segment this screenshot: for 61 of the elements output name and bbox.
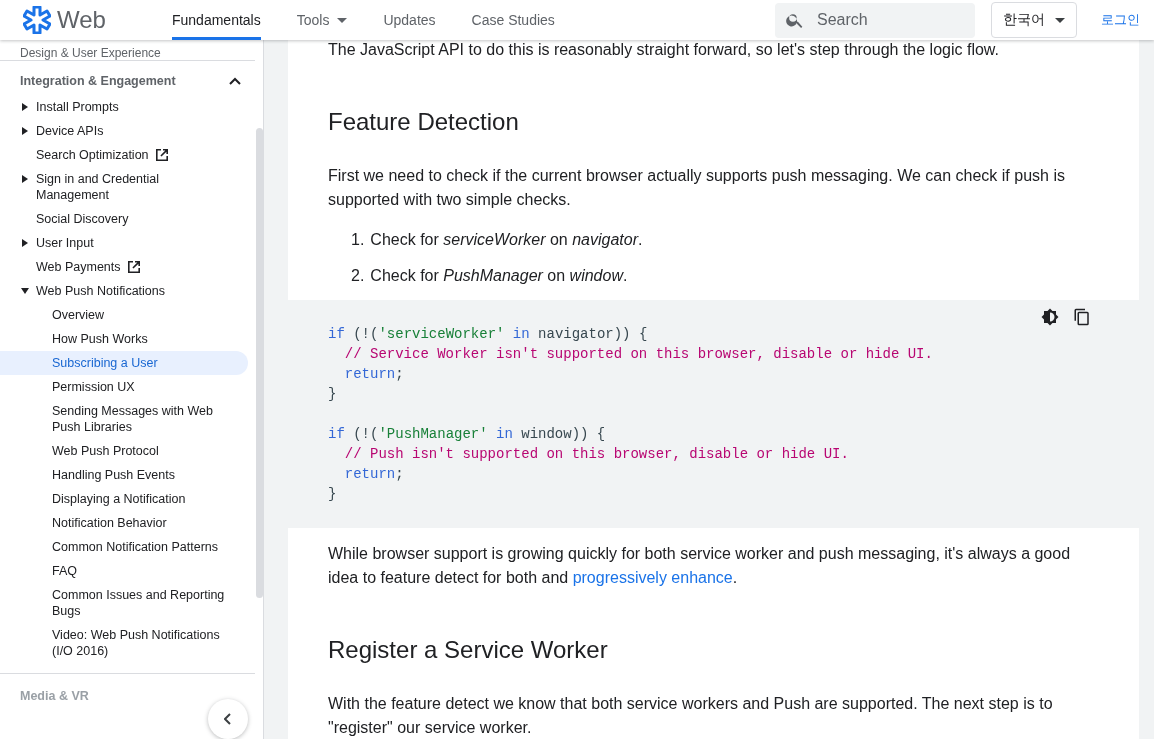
sidebar-item[interactable]: Social Discovery xyxy=(36,211,129,227)
sidebar-item[interactable]: Permission UX xyxy=(0,375,248,399)
code-line: if (!('serviceWorker' in navigator)) { xyxy=(328,326,648,342)
paragraph: The JavaScript API to do this is reasonably straight forward, so let's step through the logic flow. xyxy=(327,40,1000,60)
sidebar-item[interactable]: User Input xyxy=(36,235,94,251)
sidebar-item[interactable]: Subscribing a User xyxy=(0,351,248,375)
caret-icon xyxy=(1055,17,1065,23)
nav-tab[interactable]: Case Studies xyxy=(471,0,573,40)
triangle-icon[interactable] xyxy=(22,239,28,247)
section-heading: Register a Service Worker xyxy=(327,635,609,665)
code-line: } xyxy=(328,486,337,502)
sidebar-item[interactable]: Common Notification Patterns xyxy=(0,535,248,559)
code-line: return; xyxy=(344,466,404,482)
paragraph: While browser support is growing quickly for both service worker and push messaging, it's always a good idea to feature detect for both and progressively enhance. xyxy=(327,544,1072,588)
code-line: } xyxy=(328,386,337,402)
sidebar-item[interactable]: Web Push Notifications xyxy=(36,283,165,299)
sidebar-item[interactable]: Video: Web Push Notifications (I/O 2016) xyxy=(0,623,248,663)
sidebar-item[interactable]: Overview xyxy=(0,303,248,327)
search-field[interactable]: Search xyxy=(775,2,975,38)
triangle-icon[interactable] xyxy=(22,103,28,111)
sidebar-item[interactable]: Sending Messages with Web Push Libraries xyxy=(0,399,248,439)
sidebar-item[interactable]: Notification Behavior xyxy=(0,511,248,535)
code-line: // Push isn't supported on this browser, disable or hide UI. xyxy=(344,446,849,462)
chevron-icon[interactable] xyxy=(229,77,241,85)
chevron-left-icon xyxy=(224,713,232,725)
sidebar-item[interactable]: Install Prompts xyxy=(36,99,119,115)
inline-link[interactable]: progressively enhance xyxy=(572,569,733,586)
triangle-icon[interactable] xyxy=(22,175,28,183)
list-item: Check for serviceWorker on navigator. xyxy=(370,230,643,250)
sidebar-section-title: Integration & Engagement xyxy=(20,74,176,88)
nav-tab[interactable]: Tools xyxy=(296,0,366,40)
sidebar-section-title[interactable]: Design & User Experience xyxy=(0,40,255,61)
site-title: Web xyxy=(57,6,106,34)
sidebar-item[interactable]: Sign in and Credential Management xyxy=(36,171,196,203)
section-heading: Feature Detection xyxy=(327,107,520,137)
paragraph: With the feature detect we know that both service workers and Push are supported. The next step is to "register" our service worker. xyxy=(327,694,1054,738)
paragraph: First we need to check if the current browser actually supports push messaging. We can check if push is supported with two simple checks. xyxy=(327,166,1066,210)
code-line: if (!('PushManager' in window)) { xyxy=(328,426,606,442)
list-number: 2. xyxy=(351,266,365,286)
copy-icon[interactable] xyxy=(1073,308,1091,326)
sidebar-item[interactable]: Handling Push Events xyxy=(0,463,248,487)
sidebar-item[interactable]: Search Optimization xyxy=(36,147,149,163)
login-link[interactable]: 로그인 xyxy=(1101,11,1140,29)
language-button[interactable]: 한국어 xyxy=(991,2,1077,38)
sidebar-item[interactable]: Displaying a Notification xyxy=(0,487,248,511)
sidebar-item[interactable]: Device APIs xyxy=(36,123,104,139)
code-line: return; xyxy=(344,366,404,382)
list-item: Check for PushManager on window. xyxy=(370,266,628,286)
sidebar-item[interactable]: FAQ xyxy=(0,559,248,583)
sidebar-item[interactable]: Web Payments xyxy=(36,259,121,275)
logo-icon xyxy=(23,6,51,34)
sidebar-item[interactable]: How Push Works xyxy=(0,327,248,351)
list-number: 1. xyxy=(351,230,365,250)
theme-toggle-icon[interactable] xyxy=(1041,308,1059,326)
sidebar-item[interactable]: Web Push Protocol xyxy=(0,439,248,463)
code-line: // Service Worker isn't supported on this browser, disable or hide UI. xyxy=(344,346,933,362)
nav-tab[interactable]: Updates xyxy=(383,0,454,40)
triangle-icon[interactable] xyxy=(22,127,28,135)
search-input[interactable]: Search xyxy=(815,10,959,30)
sidebar-item[interactable]: Common Issues and Reporting Bugs xyxy=(0,583,248,623)
triangle-icon[interactable] xyxy=(21,288,29,294)
